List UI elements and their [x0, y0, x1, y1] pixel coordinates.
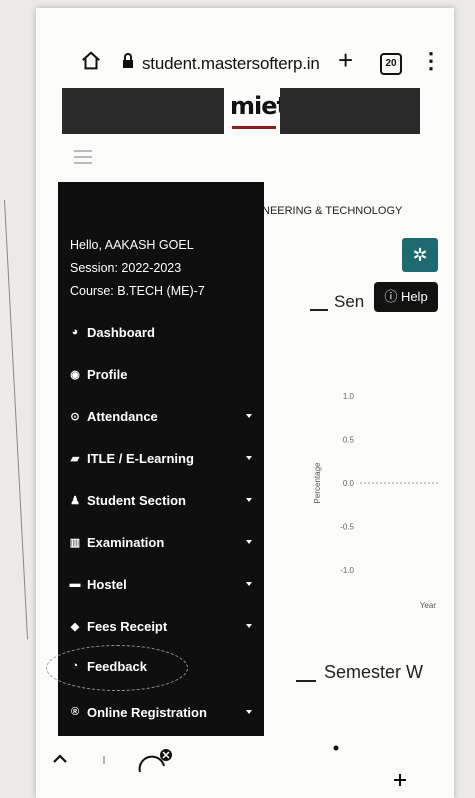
- sidebar-item-online-registration[interactable]: ® Online Registration: [68, 700, 258, 724]
- sidebar-item-fees-receipt[interactable]: ◆ Fees Receipt: [68, 614, 258, 638]
- lock-icon: [123, 53, 133, 68]
- graduation-cap-icon: ▰: [70, 452, 80, 465]
- settings-gear-button[interactable]: ✲: [402, 238, 438, 272]
- sidebar-item-dashboard[interactable]: ◕ Dashboard: [68, 320, 258, 344]
- y-axis-label: Percentage: [313, 462, 322, 503]
- clock-icon: ⊙: [70, 410, 80, 423]
- header-banner-left: [62, 88, 224, 134]
- browser-menu-icon[interactable]: ⋮: [420, 50, 442, 72]
- user-session: Session: 2022-2023: [70, 261, 182, 275]
- sidebar-item-attendance[interactable]: ⊙ Attendance: [68, 404, 258, 428]
- chevron-down-icon: [246, 414, 252, 418]
- add-icon[interactable]: [394, 774, 406, 786]
- user-greeting: Hello, AAKASH GOEL: [70, 238, 194, 252]
- chevron-up-icon[interactable]: [53, 754, 67, 763]
- browser-toolbar: student.mastersofterp.in + 20 ⋮: [50, 44, 445, 82]
- profile-icon: ◉: [70, 368, 80, 381]
- college-name: NEERING & TECHNOLOGY: [262, 205, 403, 217]
- sidebar-item-examination[interactable]: ▥ Examination: [68, 530, 258, 554]
- bed-icon: ▬: [69, 578, 81, 590]
- help-button[interactable]: ⓘ Help: [374, 282, 438, 312]
- chevron-down-icon: [246, 456, 252, 460]
- user-icon: ♟: [70, 494, 80, 507]
- hamburger-menu-icon[interactable]: [74, 150, 92, 168]
- tab-count-button[interactable]: 20: [380, 53, 402, 75]
- y-tick-label: 0.0: [343, 479, 355, 488]
- bar-chart-icon: [310, 295, 328, 311]
- url-bar[interactable]: student.mastersofterp.in: [142, 54, 320, 74]
- header-banner-right: [280, 88, 420, 134]
- y-tick-label: -0.5: [340, 523, 354, 532]
- new-tab-button[interactable]: +: [338, 47, 353, 73]
- chevron-down-icon: [246, 624, 252, 628]
- pointer-annotation-line: [4, 199, 29, 640]
- attendance-chart: 1.0 0.5 0.0 -0.5 -1.0 Percentage Year: [313, 392, 440, 610]
- section-title-semester-wise: Semester W: [296, 662, 423, 683]
- tag-icon: ◆: [70, 620, 80, 633]
- chevron-down-icon: [246, 498, 252, 502]
- institution-icon: ▥: [69, 536, 81, 549]
- bar-chart-icon: [296, 664, 316, 683]
- y-tick-label: 0.5: [343, 436, 355, 445]
- chevron-down-icon: [246, 582, 252, 586]
- dot-indicator: [333, 745, 339, 751]
- section-title-semester: Sen: [310, 292, 364, 312]
- reload-icon[interactable]: [138, 755, 165, 773]
- info-icon: ⓘ: [384, 289, 401, 304]
- user-info: Hello, AAKASH GOEL Session: 2022-2023 Co…: [70, 234, 205, 303]
- chevron-down-icon: [246, 540, 252, 544]
- y-tick-label: -1.0: [340, 566, 354, 575]
- registered-icon: ®: [70, 706, 80, 718]
- sidebar-item-hostel[interactable]: ▬ Hostel: [68, 572, 258, 596]
- sidebar-item-student-section[interactable]: ♟ Student Section: [68, 488, 258, 512]
- home-icon[interactable]: [80, 50, 102, 72]
- y-tick-label: 1.0: [343, 392, 355, 401]
- browser-bottom-bar: [53, 745, 406, 786]
- dashboard-icon: ◕: [71, 326, 79, 338]
- chevron-down-icon: [246, 710, 252, 714]
- logo-underline: [232, 126, 276, 129]
- feedback-highlight-circle: [46, 645, 188, 691]
- sidebar-item-profile[interactable]: ◉ Profile: [68, 362, 258, 386]
- x-axis-label: Year: [420, 601, 437, 610]
- user-course: Course: B.TECH (ME)-7: [70, 284, 205, 298]
- site-logo: miet: [230, 92, 288, 120]
- sidebar-item-itle[interactable]: ▰ ITLE / E-Learning: [68, 446, 258, 470]
